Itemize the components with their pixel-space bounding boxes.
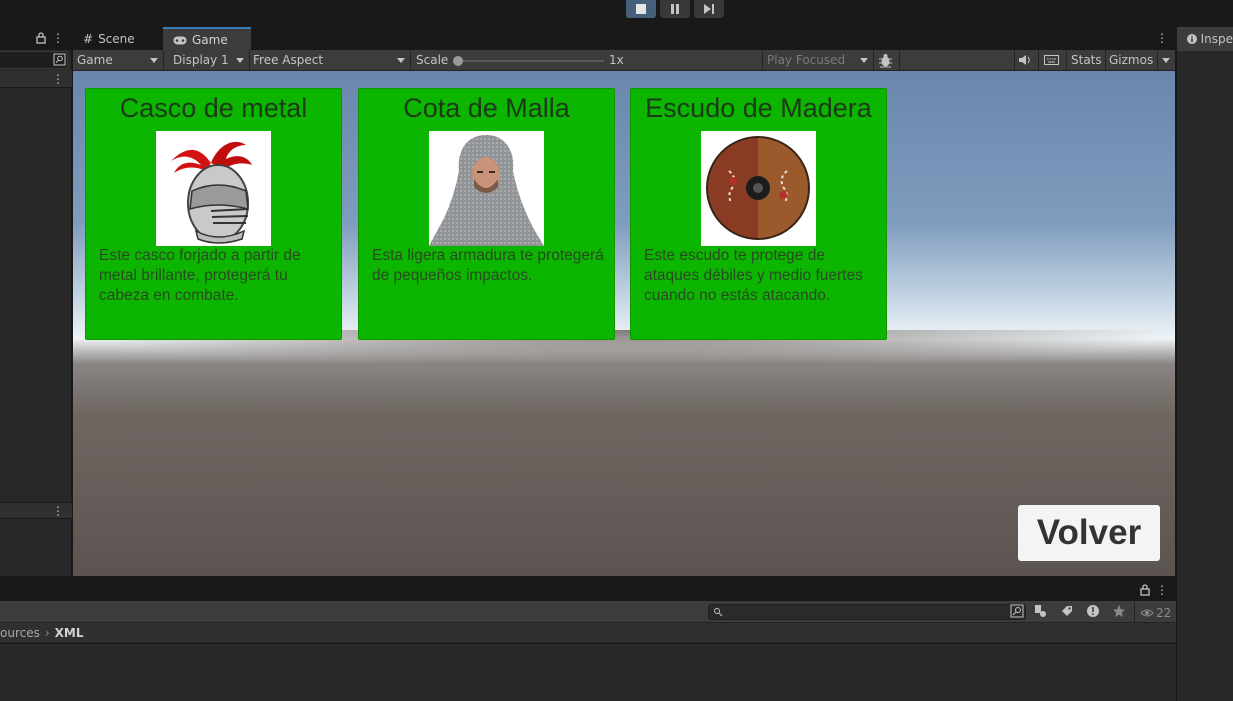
divider [410,50,411,70]
scale-slider-track[interactable] [456,60,604,62]
divider [1038,50,1039,70]
pause-button[interactable] [660,0,690,18]
bug-icon[interactable] [878,53,893,68]
display-value: Display 1 [173,53,229,67]
warning-filter-icon[interactable] [1086,604,1100,618]
volver-button[interactable]: Volver [1018,505,1160,561]
label-tag-icon[interactable] [1060,604,1074,618]
inspector-panel [1176,27,1233,701]
play-focused-value: Play Focused [767,53,846,67]
chainmail-image [429,131,544,246]
card-title: Cota de Malla [403,93,570,123]
divider [1157,50,1158,70]
info-icon [1187,34,1197,44]
tab-scene[interactable]: # Scene [73,27,163,51]
search-by-type-icon[interactable] [1010,604,1024,618]
scale-value-text: 1x [609,53,624,67]
card-title: Escudo de Madera [645,93,872,123]
project-kebab-icon[interactable]: ⋮ [1156,584,1168,596]
wooden-shield-image [701,131,816,246]
project-search-input[interactable] [708,604,1026,620]
gizmos-label: Gizmos [1109,53,1154,67]
row-kebab-icon[interactable]: ⋮ [52,73,64,85]
item-card-shield[interactable]: Escudo de Madera Este escudo te protege … [630,88,887,340]
volver-label: Volver [1036,513,1142,552]
breadcrumb: ources › XML [0,623,1176,643]
card-description: Esta ligera armadura te protegerá de peq… [372,247,604,284]
gizmos-dropdown[interactable]: Gizmos [1105,50,1175,70]
tab-game[interactable]: Game [163,27,251,51]
project-tab-row [0,576,1176,601]
tab-game-label: Game [192,33,228,47]
tab-scene-label: Scene [98,32,135,46]
grid-icon: # [83,32,94,46]
pause-icon [671,4,679,14]
breadcrumb-item-current[interactable]: XML [55,626,84,640]
divider [1134,602,1135,622]
step-icon [704,4,714,14]
scale-label: Scale [412,50,452,70]
step-button[interactable] [694,0,724,18]
keyboard-icon[interactable] [1044,54,1059,66]
kebab-menu-icon[interactable]: ⋮ [52,32,64,44]
item-card-helmet[interactable]: Casco de metal Este casco forjado a part… [85,88,342,340]
game-view-kebab-icon[interactable]: ⋮ [1156,32,1168,44]
audio-icon[interactable] [1018,54,1032,66]
play-toolbar [0,0,1233,27]
card-title: Casco de metal [119,93,308,123]
lock-icon[interactable] [1140,584,1150,596]
play-focused-dropdown[interactable]: Play Focused [763,50,873,70]
tab-inspector[interactable]: Inspe [1177,27,1233,51]
stats-button[interactable]: Stats [1067,50,1105,70]
play-stop-button[interactable] [626,0,656,18]
divider [163,50,164,70]
gamepad-icon [173,36,187,44]
stop-icon [636,4,646,14]
chevron-right-icon: › [44,625,50,640]
row-kebab-icon[interactable]: ⋮ [52,505,64,517]
card-description: Este escudo te protege de ataques débile… [644,247,863,304]
hierarchy-panel [0,27,72,576]
knight-helmet-image [156,131,271,246]
scale-label-text: Scale [416,53,449,67]
breadcrumb-item[interactable]: ources [0,626,40,640]
game-mode-value: Game [77,53,113,67]
aspect-dropdown[interactable]: Free Aspect [249,50,410,70]
favorite-star-icon[interactable] [1112,604,1126,618]
divider [899,50,900,70]
tab-inspector-label: Inspe [1200,32,1233,46]
search-options-icon[interactable] [53,53,66,66]
item-card-chainmail[interactable]: Cota de Malla Esta ligera armadura te pr… [358,88,615,340]
game-mode-dropdown[interactable]: Game [73,50,163,70]
divider [1014,50,1015,70]
lock-icon[interactable] [36,32,46,44]
aspect-value: Free Aspect [253,53,324,67]
card-description: Este casco forjado a partir de metal bri… [99,247,301,304]
visible-count: 22 [1156,606,1172,620]
scale-slider-handle[interactable] [453,56,463,66]
search-icon [714,608,723,617]
divider [873,50,874,70]
filter-by-type-icon[interactable] [1034,604,1048,618]
project-content [0,644,1176,701]
scale-value: 1x [605,50,635,70]
display-dropdown[interactable]: Display 1 [169,50,249,70]
hidden-packages-toggle[interactable]: 22 [1140,606,1171,620]
eye-icon [1140,609,1154,617]
stats-label: Stats [1071,53,1102,67]
